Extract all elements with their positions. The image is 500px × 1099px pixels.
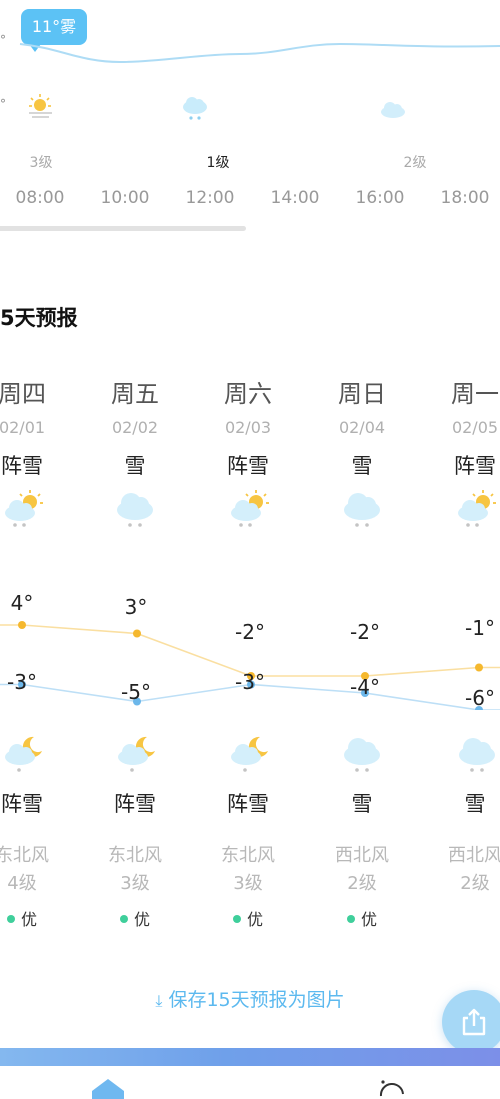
moon-cloud-snow-icon <box>118 736 155 772</box>
aqi-dot-icon <box>6 914 15 923</box>
cloud-snow-icon <box>117 493 153 527</box>
hour-label: 12:00 <box>185 188 235 208</box>
wind-level: 2级 <box>460 873 490 894</box>
aqi-dot-icon <box>232 914 241 923</box>
day-condition: 雪 <box>124 454 146 478</box>
discover-icon[interactable] <box>375 1076 407 1098</box>
sun-haze-icon <box>29 94 52 118</box>
forecast-section-title: 5天预报 <box>0 306 78 330</box>
night-condition: 阵雪 <box>114 792 156 816</box>
hour-label: 16:00 <box>355 188 405 208</box>
high-temp-point <box>133 629 141 638</box>
hourly-wind-level: 3级 <box>29 155 53 171</box>
day-wind: 东北风 4级 <box>0 842 72 898</box>
high-temp-point <box>475 663 483 672</box>
hour-label: 18:00 <box>440 188 490 208</box>
day-condition: 阵雪 <box>227 454 269 478</box>
high-temp-label: -1° <box>465 616 495 640</box>
hour-label: 08:00 <box>15 188 65 208</box>
wind-level: 3级 <box>120 873 150 894</box>
low-temp-label: -4° <box>350 675 380 699</box>
wind-direction: 西北风 <box>335 845 389 866</box>
aqi-dot-icon <box>346 914 355 923</box>
air-quality-badge: 优 <box>312 906 412 930</box>
high-temp-label: 4° <box>10 591 34 615</box>
download-icon: ⤓ <box>155 991 163 1010</box>
day-condition: 雪 <box>351 454 373 478</box>
high-temp-label: -2° <box>350 620 380 644</box>
cloud-icon <box>381 102 405 118</box>
cloud-snow-icon <box>344 493 380 527</box>
wind-direction: 东北风 <box>108 845 162 866</box>
aqi-dot-icon <box>119 914 128 923</box>
home-icon[interactable] <box>90 1077 126 1099</box>
day-weekday: 周日 <box>338 380 386 408</box>
night-condition: 阵雪 <box>227 792 269 816</box>
night-condition: 雪 <box>464 792 486 816</box>
high-temp-point <box>18 621 26 629</box>
aqi-label: 优 <box>20 910 37 929</box>
day-date: 02/03 <box>224 418 272 437</box>
cloud-snow-icon <box>459 738 495 772</box>
partly-sunny-snow-icon <box>231 490 269 527</box>
wind-direction: 西北风 <box>448 845 500 866</box>
air-quality-badge: 优 <box>198 906 298 930</box>
high-temp-label: -2° <box>235 620 265 644</box>
partly-sunny-snow-icon <box>458 490 496 527</box>
day-weekday: 周一 <box>451 380 499 408</box>
moon-cloud-snow-icon <box>231 736 268 772</box>
cloud-snow-icon <box>183 97 207 120</box>
air-quality-badge: 优 <box>85 906 185 930</box>
aqi-label: 优 <box>360 910 377 929</box>
day-condition: 阵雪 <box>1 454 43 478</box>
wind-level: 4级 <box>7 873 37 894</box>
hour-label: 14:00 <box>270 188 320 208</box>
save-forecast-label: 保存15天预报为图片 <box>168 989 345 1011</box>
day-date: 02/01 <box>0 418 46 437</box>
high-temp-label: 3° <box>124 595 148 619</box>
wind-level: 2级 <box>347 873 377 894</box>
hourly-wind-level: 2级 <box>403 155 427 171</box>
day-weekday: 周四 <box>0 380 46 408</box>
aqi-label: 优 <box>133 910 150 929</box>
night-condition: 阵雪 <box>1 792 43 816</box>
day-wind: 东北风 3级 <box>198 842 298 898</box>
low-temp-label: -5° <box>121 680 151 704</box>
wind-level: 3级 <box>233 873 263 894</box>
day-date: 02/02 <box>111 418 159 437</box>
air-quality-badge: 优 <box>0 906 72 930</box>
horizontal-scrollbar[interactable] <box>0 226 246 231</box>
hourly-temperature-curve <box>19 42 500 64</box>
day-weekday: 周五 <box>111 380 159 408</box>
day-wind: 东北风 3级 <box>85 842 185 898</box>
share-icon <box>462 1008 486 1036</box>
hourly-wind-level: 1级 <box>206 155 230 171</box>
wind-direction: 东北风 <box>221 845 275 866</box>
low-temp-label: -6° <box>465 686 495 710</box>
night-condition: 雪 <box>351 792 373 816</box>
partly-sunny-snow-icon <box>5 490 43 527</box>
wind-direction: 东北风 <box>0 845 49 866</box>
low-temp-label: -3° <box>235 670 265 694</box>
share-button[interactable] <box>442 990 500 1054</box>
day-weekday: 周六 <box>224 380 272 408</box>
bottom-tab-bar[interactable] <box>0 1066 500 1099</box>
cloud-snow-icon <box>344 738 380 772</box>
day-wind: 西北风 2级 <box>425 842 500 898</box>
tab-bar-background <box>0 1048 500 1066</box>
hour-label: 10:00 <box>100 188 150 208</box>
low-temp-label: -3° <box>7 670 37 694</box>
edge-degree-label: ° <box>0 97 6 111</box>
day-condition: 阵雪 <box>454 454 496 478</box>
day-date: 02/04 <box>338 418 386 437</box>
day-wind: 西北风 2级 <box>312 842 412 898</box>
day-date: 02/05 <box>451 418 499 437</box>
aqi-label: 优 <box>246 910 263 929</box>
save-forecast-image-link[interactable]: ⤓ 保存15天预报为图片 <box>0 985 500 1012</box>
moon-cloud-snow-icon <box>5 736 42 772</box>
